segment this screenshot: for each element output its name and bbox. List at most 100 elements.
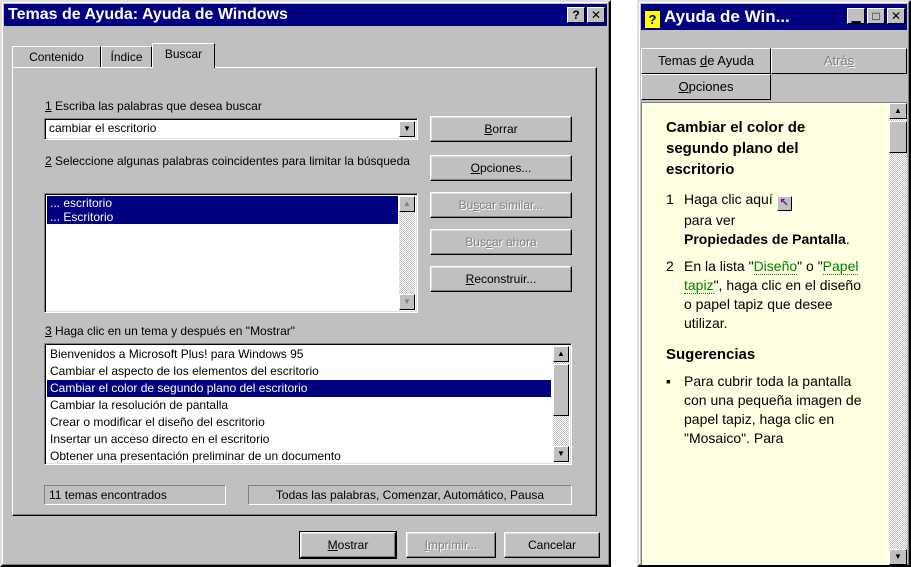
step2-text: Seleccione algunas palabras coincidentes… [51,154,410,168]
buscar-ahora-button[interactable]: Buscar ahora [430,229,572,255]
step1-bold: Propiedades de Pantalla [684,231,846,247]
tip-text: Para cubrir toda la pantalla con una peq… [684,373,862,446]
step3-text: Haga clic en un tema y después en "Mostr… [51,324,295,338]
list-item[interactable]: Insertar un acceso directo en el escrito… [47,431,551,448]
list-item[interactable]: Cambiar la resolución de pantalla [47,397,551,414]
list-item[interactable]: Bienvenidos a Microsoft Plus! para Windo… [47,346,551,363]
scroll-down-icon[interactable]: ▼ [889,549,907,565]
matching-words-list[interactable]: ... escritorio ... Escritorio ▲ ▼ [44,193,418,313]
step2-number: 2 [45,154,52,168]
window-title: Temas de Ayuda: Ayuda de Windows [8,6,288,23]
mostrar-mnemonic: M [327,538,338,552]
tab-buscar-label: Buscar [164,47,203,61]
scroll-thumb[interactable] [889,121,907,153]
opciones-button[interactable]: Opciones... [430,155,572,181]
close-button[interactable]: ✕ [587,7,605,23]
temas-de-ayuda-button[interactable]: Temas de Ayuda [641,48,771,74]
similar-pre: Bu [458,198,474,212]
tab-indice-label: Índice [110,50,143,64]
atras-mnemonic: s [847,53,855,68]
temas-pre: Temas [658,53,700,68]
help-topic-titlebar[interactable]: ? Ayuda de Win... ▁ □ ✕ [641,4,907,30]
scroll-up-icon[interactable]: ▲ [553,346,569,362]
step3-number: 3 [45,324,52,338]
help-topics-titlebar[interactable]: Temas de Ayuda: Ayuda de Windows ? ✕ [4,4,607,26]
close-button[interactable]: ✕ [887,8,905,24]
scroll-down-icon[interactable]: ▼ [553,446,569,462]
matching-words-scrollbar[interactable]: ▲ ▼ [399,196,415,310]
reconstruir-label: econstruir... [474,272,537,286]
step1-text: Haga clic aquí [684,191,773,207]
diseno-link[interactable]: Diseño [753,258,798,275]
help-topic-content: Cambiar el color de segundo plano del es… [641,102,907,565]
dropdown-arrow-icon[interactable]: ▼ [399,121,415,137]
step1-label: 1 Escriba las palabras que desea buscar [45,99,262,113]
step1-end: . [845,231,850,247]
step1-text: Escriba las palabras que desea buscar [51,99,262,113]
search-words-combobox[interactable]: cambiar el escritorio ▼ [44,118,418,140]
shortcut-jump-icon[interactable]: ↖ [776,196,792,211]
step2-label: 2 Seleccione algunas palabras coincident… [45,154,415,169]
step1-text2: para ver [684,212,736,228]
step2-num: 2 [666,258,674,274]
reconstruir-mnemonic: R [465,272,475,286]
sugerencias-heading: Sugerencias [666,346,756,363]
opciones-label: pciones... [479,161,532,175]
scroll-down-icon[interactable]: ▼ [399,294,415,310]
step-2: 2 En la lista "Diseño" o "Papel tapiz", … [666,257,871,333]
tip-item: ▪ Para cubrir toda la pantalla con una p… [666,372,871,448]
help-content-scrollbar[interactable]: ▲ ▼ [889,103,907,565]
opciones-help-mnemonic: O [678,79,689,94]
topics-found-status: 11 temas encontrados [44,485,226,505]
list-item[interactable]: ... escritorio [47,196,398,210]
list-item[interactable]: Crear o modificar el diseño del escritor… [47,414,551,431]
search-options-status: Todas las palabras, Comenzar, Automático… [248,485,572,505]
list-item[interactable]: Obtener una presentación preliminar de u… [47,448,551,465]
list-item[interactable]: ... Escritorio [47,210,398,224]
cancelar-button[interactable]: Cancelar [504,532,600,558]
borrar-button[interactable]: Borrar [430,116,572,142]
step-1: 1 Haga clic aquí ↖ para ver Propiedades … [666,190,871,249]
imprimir-label: mprimir... [428,538,478,552]
temas-label: e Ayuda [707,53,754,68]
topic-heading: Cambiar el color de segundo plano del es… [666,119,806,178]
bullet-icon: ▪ [666,373,671,389]
reconstruir-button[interactable]: Reconstruir... [430,266,572,292]
tab-contenido-label: Contenido [29,50,84,64]
minimize-button[interactable]: ▁ [847,8,865,24]
step2-b: " o " [797,258,823,274]
step2-a: En la lista " [684,258,754,274]
scroll-thumb[interactable] [553,364,569,416]
step3-label: 3 Haga clic en un tema y después en "Mos… [45,324,295,338]
opciones-help-button[interactable]: Opciones [641,74,771,100]
step1-num: 1 [666,191,674,207]
buscar-similar-button[interactable]: Buscar similar... [430,192,572,218]
opciones-mnemonic: O [470,161,480,175]
tab-contenido[interactable]: Contenido [12,46,101,68]
borrar-label: orrar [492,122,518,136]
atras-pre: Atrá [823,53,848,68]
mostrar-label: ostrar [337,538,369,552]
help-window-title: Ayuda de Win... [664,7,790,26]
opciones-help-label: pciones [688,79,734,94]
ahora-pre: Bus [465,235,486,249]
list-item[interactable]: Cambiar el color de segundo plano del es… [47,380,551,397]
scroll-up-icon[interactable]: ▲ [889,103,907,119]
maximize-button[interactable]: □ [867,8,885,24]
help-book-icon: ? [645,11,660,28]
help-topic-window: ? Ayuda de Win... ▁ □ ✕ Temas de Ayuda At… [637,0,911,567]
mostrar-button[interactable]: Mostrar [299,531,397,559]
similar-label: car similar... [479,198,544,212]
search-words-input[interactable]: cambiar el escritorio [49,121,156,135]
ahora-label: ar ahora [491,235,537,249]
topics-scrollbar[interactable]: ▲ ▼ [553,346,569,462]
imprimir-button[interactable]: Imprimir... [406,532,496,558]
tab-indice[interactable]: Índice [101,46,152,68]
help-topics-window: Temas de Ayuda: Ayuda de Windows ? ✕ Con… [0,0,611,567]
scroll-up-icon[interactable]: ▲ [399,196,415,212]
tab-buscar[interactable]: Buscar [152,43,215,68]
atras-button[interactable]: Atrás [771,48,907,74]
topics-list[interactable]: Bienvenidos a Microsoft Plus! para Windo… [44,343,572,465]
list-item[interactable]: Cambiar el aspecto de los elementos del … [47,363,551,380]
help-question-button[interactable]: ? [567,7,585,23]
